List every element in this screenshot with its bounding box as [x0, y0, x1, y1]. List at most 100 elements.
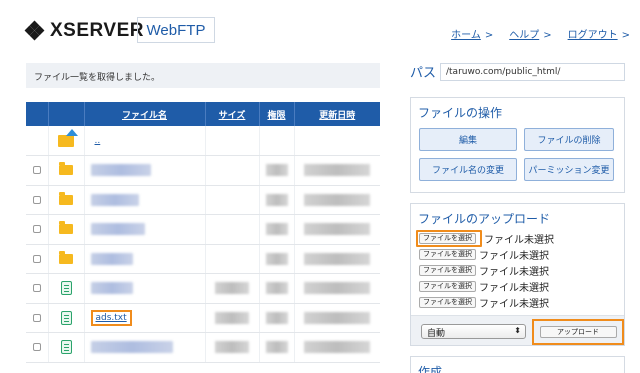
chevron-right-icon: > — [484, 30, 494, 41]
table-row[interactable] — [26, 214, 380, 245]
redacted-filename[interactable] — [90, 252, 133, 265]
no-file-selected-text: ファイル未選択 — [479, 298, 549, 310]
table-row[interactable] — [26, 155, 380, 186]
folder-icon — [59, 250, 73, 264]
xserver-logo: XSERVER — [24, 20, 144, 42]
redacted-permission — [265, 341, 288, 354]
redacted-size — [215, 282, 249, 295]
upload-row: ファイルを選択 ファイル未選択 — [419, 247, 616, 262]
redacted-date — [304, 164, 371, 177]
delete-file-button[interactable]: ファイルの削除 — [524, 128, 614, 151]
redacted-filename[interactable] — [90, 341, 173, 354]
column-header-filename[interactable]: ファイル名 — [84, 102, 206, 126]
row-checkbox[interactable] — [32, 254, 41, 263]
redacted-size — [215, 341, 249, 354]
nav-home[interactable]: ホーム > — [451, 26, 493, 41]
redacted-date — [304, 193, 371, 206]
nav-help[interactable]: ヘルプ > — [509, 26, 551, 41]
redacted-permission — [265, 311, 288, 324]
file-link-ads-txt[interactable]: ads.txt — [96, 313, 127, 323]
redacted-filename[interactable] — [90, 282, 133, 295]
table-row[interactable] — [26, 332, 380, 363]
upload-row: ファイルを選択 ファイル未選択 — [419, 263, 616, 278]
choose-file-button[interactable]: ファイルを選択 — [419, 296, 476, 308]
highlight-box: ファイルを選択 — [416, 229, 482, 247]
file-table: ファイル名 サイズ 権限 更新日時 .. ads.txt — [26, 102, 380, 363]
redacted-date — [304, 311, 371, 324]
row-checkbox[interactable] — [32, 225, 41, 234]
row-checkbox[interactable] — [32, 343, 41, 352]
table-header-row: ファイル名 サイズ 権限 更新日時 — [26, 102, 380, 126]
path-label: パス — [410, 66, 437, 81]
column-header-permission[interactable]: 権限 — [259, 102, 295, 126]
redacted-permission — [265, 193, 288, 206]
redacted-permission — [265, 282, 288, 295]
choose-file-button[interactable]: ファイルを選択 — [419, 264, 476, 276]
upload-button[interactable]: アップロード — [539, 326, 617, 338]
highlight-box: アップロード — [532, 319, 624, 345]
highlight-box: ads.txt — [90, 309, 132, 326]
product-badge: WebFTP — [137, 17, 215, 43]
parent-folder-icon — [58, 128, 78, 147]
choose-file-button[interactable]: ファイルを選択 — [419, 248, 476, 260]
file-operations-panel: ファイルの操作 編集 ファイルの削除 ファイル名の変更 パーミッション変更 — [410, 97, 625, 193]
logo-text: XSERVER — [50, 20, 144, 41]
no-file-selected-text: ファイル未選択 — [479, 250, 549, 262]
logo-mark-icon — [24, 20, 45, 41]
create-title: 作成 — [418, 365, 443, 373]
redacted-date — [304, 223, 371, 236]
redacted-filename[interactable] — [90, 223, 145, 236]
no-file-selected-text: ファイル未選択 — [479, 266, 549, 278]
chevron-right-icon: > — [543, 30, 552, 41]
row-checkbox[interactable] — [32, 195, 41, 204]
choose-file-button[interactable]: ファイルを選択 — [419, 232, 476, 244]
chevron-right-icon: > — [621, 30, 630, 41]
redacted-size — [215, 311, 249, 324]
file-icon — [60, 340, 72, 355]
redacted-filename[interactable] — [90, 193, 139, 206]
table-row-parent[interactable]: .. — [26, 126, 380, 156]
file-upload-title: ファイルのアップロード — [418, 212, 551, 226]
edit-button[interactable]: 編集 — [419, 128, 517, 151]
upload-row: ファイルを選択 ファイル未選択 — [419, 295, 616, 310]
transfer-mode-value: 自動 — [427, 329, 446, 339]
redacted-date — [304, 282, 371, 295]
row-checkbox[interactable] — [32, 166, 41, 175]
redacted-permission — [265, 164, 288, 177]
path-input[interactable]: /taruwo.com/public_html/ — [440, 63, 625, 81]
redacted-date — [304, 252, 371, 265]
table-row[interactable] — [26, 185, 380, 215]
choose-file-button[interactable]: ファイルを選択 — [419, 280, 476, 292]
table-row[interactable] — [26, 273, 380, 304]
row-checkbox[interactable] — [32, 284, 41, 293]
parent-directory-link[interactable]: .. — [91, 136, 101, 146]
table-row[interactable] — [26, 244, 380, 274]
file-icon — [60, 310, 72, 325]
top-nav: ホーム > ヘルプ > ログアウト > — [451, 26, 630, 41]
upload-footer: 自動 ⬍ アップロード — [411, 315, 624, 345]
nav-logout[interactable]: ログアウト > — [568, 26, 630, 41]
folder-icon — [59, 162, 73, 176]
rename-file-button[interactable]: ファイル名の変更 — [419, 158, 517, 181]
file-icon — [60, 281, 72, 296]
create-panel: 作成 — [410, 356, 625, 373]
upload-row: ファイルを選択 ファイル未選択 — [416, 229, 616, 247]
file-operations-title: ファイルの操作 — [418, 106, 503, 120]
redacted-permission — [265, 223, 288, 236]
file-upload-panel: ファイルのアップロード ファイルを選択 ファイル未選択 ファイルを選択 ファイル… — [410, 203, 625, 346]
no-file-selected-text: ファイル未選択 — [479, 282, 549, 294]
table-row[interactable]: ads.txt — [26, 303, 380, 333]
redacted-date — [304, 341, 371, 354]
select-arrows-icon: ⬍ — [514, 326, 521, 335]
folder-icon — [59, 221, 73, 235]
no-file-selected-text: ファイル未選択 — [484, 234, 554, 246]
redacted-permission — [265, 252, 288, 265]
folder-icon — [59, 191, 73, 205]
column-header-size[interactable]: サイズ — [205, 102, 260, 126]
change-permission-button[interactable]: パーミッション変更 — [524, 158, 614, 181]
redacted-filename[interactable] — [90, 164, 151, 177]
transfer-mode-select[interactable]: 自動 ⬍ — [421, 324, 526, 339]
column-header-modified[interactable]: 更新日時 — [294, 102, 380, 126]
row-checkbox[interactable] — [32, 313, 41, 322]
upload-row: ファイルを選択 ファイル未選択 — [419, 279, 616, 294]
